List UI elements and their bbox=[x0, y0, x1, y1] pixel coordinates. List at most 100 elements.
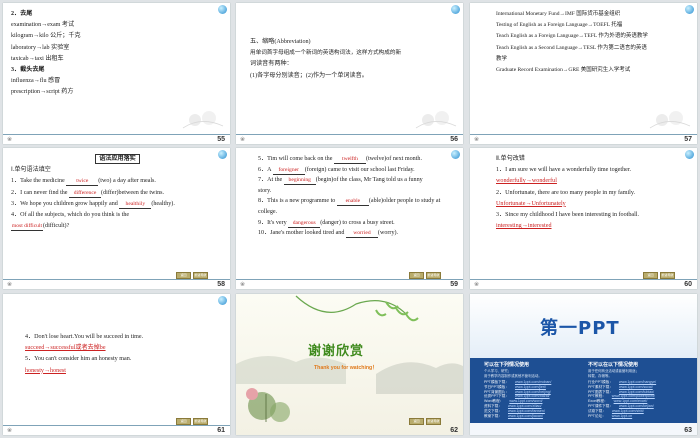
lotus-icon: ❀ bbox=[474, 137, 480, 143]
link-url[interactable]: www.1ppt.com/tubiao/ bbox=[619, 390, 654, 394]
link-url[interactable]: www.1ppt.com/ziliao/ bbox=[508, 404, 542, 408]
text-line: kilogram→kilo 公斤；千克 bbox=[11, 33, 81, 40]
correction: wonderfully→wonderful bbox=[496, 178, 557, 185]
link-label: 节日PPT模板： bbox=[484, 384, 509, 389]
exercise-item: 5．Tim will come back on the twelfth (twel… bbox=[258, 156, 422, 164]
link-label: Excel教程： bbox=[588, 399, 608, 404]
exercise-item: 4．Of all the subjects, which do you thin… bbox=[11, 212, 130, 219]
link-label: PPT模板下载： bbox=[484, 380, 509, 384]
text-line: International Monetary Fund→IMF 国际货币基金组织 bbox=[496, 11, 621, 17]
text-line: 2．Unfortunate, there are too many people… bbox=[496, 189, 636, 196]
answer-blank: twelfth bbox=[333, 156, 366, 164]
exercise-item: 1．Take the medicine twice (two) a day aft… bbox=[11, 178, 156, 187]
right-links: 行业PPT模板： www.1ppt.com/hangye/PPT素材下载： www.… bbox=[588, 380, 656, 418]
text-line: 五、缩略(Abbreviation) bbox=[250, 39, 311, 45]
lotus-icon: ❀ bbox=[7, 282, 13, 288]
text-line: 词读音有两种： bbox=[250, 61, 293, 68]
exercise-item: college. bbox=[258, 208, 278, 215]
link-label: 范文下载： bbox=[484, 408, 502, 413]
slide-57[interactable]: International Monetary Fund→IMF 国际货币基金组织… bbox=[470, 3, 697, 144]
text-line: influenza→flu 感冒 bbox=[11, 78, 61, 85]
flower-decoration-icon bbox=[649, 111, 691, 129]
exercise-item: most difficult(difficult)? bbox=[11, 223, 70, 232]
link-url[interactable]: www.1ppt.cn bbox=[612, 414, 632, 418]
link-url[interactable]: www.1ppt.com/jieri/ bbox=[515, 385, 546, 389]
link-url[interactable]: www.1ppt.com/powerpoint/ bbox=[612, 394, 655, 398]
resource-link[interactable]: PPT论坛： www.1ppt.cn bbox=[588, 414, 656, 419]
slide-number: 55 bbox=[217, 136, 225, 143]
text-line: 3．Since my childhood I have been interes… bbox=[496, 212, 640, 219]
slide-58[interactable]: 语法应用落实 Ⅰ.单句语法填空 1．Take the medicine twic… bbox=[3, 148, 230, 289]
slide-body: 5．Tim will come back on the twelfth (twel… bbox=[258, 154, 457, 239]
link-url[interactable]: www.1ppt.com/fanwen/ bbox=[508, 409, 545, 413]
slide-61[interactable]: 4．Don't lose heart.You will be succeed i… bbox=[3, 294, 230, 435]
exercise-item: story. bbox=[258, 187, 272, 194]
link-label: PPT论坛： bbox=[588, 413, 606, 418]
flower-decoration-icon bbox=[182, 111, 224, 129]
slide-56[interactable]: 五、缩略(Abbreviation) 用单词首字母组成一个新词的英语构词法，这样… bbox=[236, 3, 463, 144]
thanks-subtitle: Thank you for watching！ bbox=[314, 365, 378, 371]
section-heading: Ⅱ.单句改错 bbox=[496, 156, 525, 162]
link-url[interactable]: www.1ppt.com/kejian/ bbox=[619, 404, 654, 408]
flower-decoration-icon bbox=[415, 111, 457, 129]
slide-number: 58 bbox=[217, 281, 225, 288]
left-heading: 可以在下列情况使用 bbox=[484, 362, 530, 368]
text-line: 4．Don't lose heart.You will be succeed i… bbox=[25, 334, 144, 340]
slide-number: 57 bbox=[684, 136, 692, 143]
link-url[interactable]: www.1ppt.com/moban/ bbox=[515, 380, 551, 384]
slide-63[interactable]: 第一PPT 可以在下列情况使用 不可以在以下情况使用 个人学习、研究； 用于教学内… bbox=[470, 294, 697, 435]
right-notes: 用于任何商业活动或者营利用途； 转载、存储等。 bbox=[588, 369, 639, 378]
link-label: PPT背景图片： bbox=[484, 389, 509, 394]
link-label: 教案下载： bbox=[484, 413, 502, 418]
link-url[interactable]: www.1ppt.com/word/ bbox=[509, 399, 542, 403]
answer-blank: most difficult bbox=[11, 223, 43, 232]
slide-number: 62 bbox=[450, 427, 458, 434]
answer-blank: healthily bbox=[119, 201, 152, 209]
link-label: PPT图表下载： bbox=[588, 389, 613, 394]
link-url[interactable]: www.1ppt.com/xiazai/ bbox=[515, 394, 550, 398]
link-url[interactable]: www.1ppt.com/hangye/ bbox=[619, 380, 656, 384]
exercise-item: 8．This is a new programme to enable (able… bbox=[258, 198, 441, 207]
slide-60[interactable]: Ⅱ.单句改错 1．I am sure we will have a wonder… bbox=[470, 148, 697, 289]
bubble-icon bbox=[451, 5, 460, 14]
exercise-item: 6．A foreigner (foreign) came to visit our… bbox=[258, 166, 415, 175]
slide-body: Ⅱ.单句改错 1．I am sure we will have a wonder… bbox=[496, 154, 691, 232]
lotus-icon: ❀ bbox=[240, 282, 246, 288]
link-label: PPT课件下载： bbox=[588, 403, 613, 408]
answer-blank: worried bbox=[345, 230, 378, 239]
exercise-item: 10．Jane's mother looked tired and worrie… bbox=[258, 230, 399, 239]
text-line: (1)各字母分别读音；(2)作为一个单词读音。 bbox=[250, 72, 368, 79]
resource-link[interactable]: 教案下载： www.1ppt.com/jiaoan/ bbox=[484, 414, 551, 419]
text-line: prescription→script 药方 bbox=[11, 89, 74, 96]
correction: Unfortunate→Unfortunately bbox=[496, 200, 566, 207]
text-line: Testing of English as a Foreign Language… bbox=[496, 22, 623, 29]
section-title: 语法应用落实 bbox=[95, 154, 140, 164]
exercise-item: 3．We hope you children grow happily and … bbox=[11, 200, 175, 209]
correction: honesty→honest bbox=[25, 367, 66, 374]
text-line: examination→exam 考试 bbox=[11, 22, 75, 29]
slide-62[interactable]: 谢谢欣赏 Thank you for watching！ 返回 前进导航 62 bbox=[236, 294, 463, 435]
thanks-title: 谢谢欣赏 bbox=[308, 344, 365, 359]
answer-blank: beginning bbox=[283, 177, 316, 186]
slide-body: 五、缩略(Abbreviation) 用单词首字母组成一个新词的英语构词法，这样… bbox=[250, 37, 457, 82]
bubble-icon bbox=[218, 296, 227, 305]
section-heading: Ⅰ.单句语法填空 bbox=[11, 167, 51, 174]
slide-number: 63 bbox=[684, 427, 692, 434]
link-url[interactable]: www.1ppt.com/sucai/ bbox=[619, 385, 653, 389]
right-heading: 不可以在以下情况使用 bbox=[588, 362, 639, 368]
exercise-item: 7．At the beginning (begin)of the class, M… bbox=[258, 177, 423, 186]
text-line: 2．去尾 bbox=[11, 11, 33, 17]
slide-59[interactable]: 5．Tim will come back on the twelfth (twel… bbox=[236, 148, 463, 289]
link-label: 优秀PPT下载： bbox=[484, 394, 509, 399]
link-url[interactable]: www.1ppt.com/beijing/ bbox=[515, 390, 551, 394]
slide-body: International Monetary Fund→IMF 国际货币基金组织… bbox=[496, 9, 691, 76]
link-url[interactable]: www.1ppt.com/excel/ bbox=[614, 399, 648, 403]
text-line: Teach English as a Second Language→TESL … bbox=[496, 44, 647, 51]
link-url[interactable]: www.1ppt.com/shiti/ bbox=[612, 409, 644, 413]
text-line: 3．截头去尾 bbox=[11, 67, 45, 74]
answer-blank: difference bbox=[69, 190, 102, 198]
link-url[interactable]: www.1ppt.com/jiaoan/ bbox=[508, 414, 543, 418]
slide-55[interactable]: 2．去尾 examination→exam 考试 kilogram→kilo 公… bbox=[3, 3, 230, 144]
slide-body: 4．Don't lose heart.You will be succeed i… bbox=[25, 332, 224, 377]
answer-blank: twice bbox=[66, 178, 99, 187]
